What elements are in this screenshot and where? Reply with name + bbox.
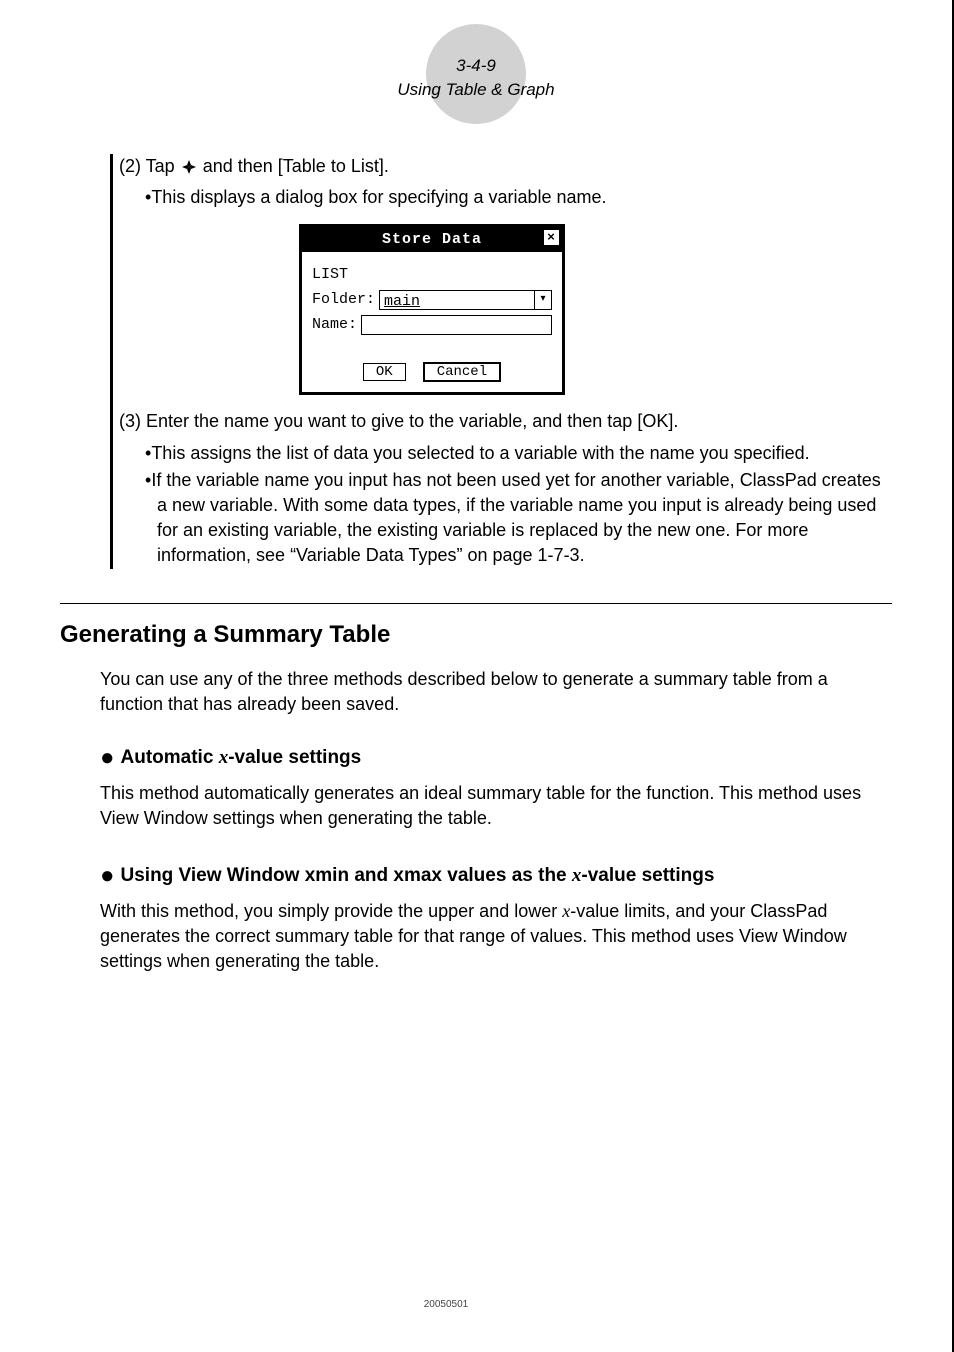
step-2-bullet: This displays a dialog box for specifyin… xyxy=(145,185,892,210)
dialog-folder-dropdown[interactable]: main ▾ xyxy=(379,290,552,310)
cancel-button[interactable]: Cancel xyxy=(423,362,501,382)
step-3-bullet-2: If the variable name you input has not b… xyxy=(145,468,892,569)
store-data-dialog: Store Data × LIST Folder: main ▾ xyxy=(299,224,565,395)
footer-code: 20050501 xyxy=(0,1298,892,1312)
header-section-title: Using Table & Graph xyxy=(60,78,892,102)
step-2: (2) Tap and then [Table to List]. xyxy=(119,154,892,179)
step-3: (3) Enter the name you want to give to t… xyxy=(119,409,892,434)
dialog-folder-row: Folder: main ▾ xyxy=(312,289,552,310)
sub1-var: x xyxy=(219,747,229,768)
menu-diamond-icon xyxy=(182,160,196,174)
dialog-name-label: Name: xyxy=(312,314,357,335)
sub2-var: x xyxy=(572,865,582,886)
sub1-prefix: Automatic xyxy=(121,747,219,768)
chevron-down-icon: ▾ xyxy=(534,291,551,309)
dialog-titlebar: Store Data × xyxy=(302,227,562,252)
dialog-name-row: Name: xyxy=(312,314,552,335)
dialog-folder-value: main xyxy=(380,291,534,309)
subheading-viewwindow: ● Using View Window xmin and xmax values … xyxy=(100,859,892,893)
sub1-text: This method automatically generates an i… xyxy=(100,781,892,831)
subheading-automatic: ● Automatic x-value settings xyxy=(100,741,892,775)
dialog-name-input[interactable] xyxy=(361,315,552,335)
sub2-text: With this method, you simply provide the… xyxy=(100,899,892,975)
instruction-block: (2) Tap and then [Table to List]. This d… xyxy=(110,154,892,569)
page-header: 3-4-9 Using Table & Graph xyxy=(60,24,892,124)
step-2-suffix: and then [Table to List]. xyxy=(203,156,389,176)
dialog-title-text: Store Data xyxy=(382,231,482,248)
dialog-close-icon[interactable]: × xyxy=(543,229,560,246)
sub2-suffix: -value settings xyxy=(581,865,714,886)
sub2-text-a: With this method, you simply provide the… xyxy=(100,901,562,921)
section-intro: You can use any of the three methods des… xyxy=(100,667,892,717)
section-divider xyxy=(60,603,892,604)
step-3-bullet-1: This assigns the list of data you select… xyxy=(145,441,892,466)
section-heading: Generating a Summary Table xyxy=(60,618,892,652)
sub1-suffix: -value settings xyxy=(228,747,361,768)
dialog-type-row: LIST xyxy=(312,264,552,285)
bullet-dot-icon: ● xyxy=(100,744,115,771)
step-2-prefix: (2) Tap xyxy=(119,156,180,176)
bullet-dot-icon: ● xyxy=(100,862,115,889)
header-page-number: 3-4-9 xyxy=(60,54,892,78)
store-data-dialog-figure: Store Data × LIST Folder: main ▾ xyxy=(299,224,892,395)
dialog-folder-label: Folder: xyxy=(312,289,375,310)
ok-button[interactable]: OK xyxy=(363,363,406,381)
dialog-type-label: LIST xyxy=(312,264,348,285)
sub2-prefix: Using View Window xmin and xmax values a… xyxy=(121,865,572,886)
